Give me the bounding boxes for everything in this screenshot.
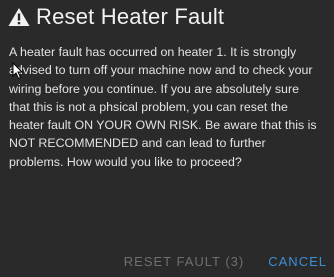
cancel-button[interactable]: CANCEL: [268, 254, 327, 269]
reset-heater-fault-dialog: Reset Heater Fault A heater fault has oc…: [0, 0, 334, 277]
dialog-title: Reset Heater Fault: [36, 4, 225, 29]
dialog-header: Reset Heater Fault: [8, 3, 224, 31]
mouse-cursor-icon: [12, 62, 24, 80]
dialog-message: A heater fault has occurred on heater 1.…: [9, 45, 317, 169]
warning-icon: [8, 8, 30, 26]
reset-fault-button[interactable]: RESET FAULT (3): [124, 254, 244, 269]
dialog-actions: RESET FAULT (3) CANCEL: [124, 254, 327, 269]
